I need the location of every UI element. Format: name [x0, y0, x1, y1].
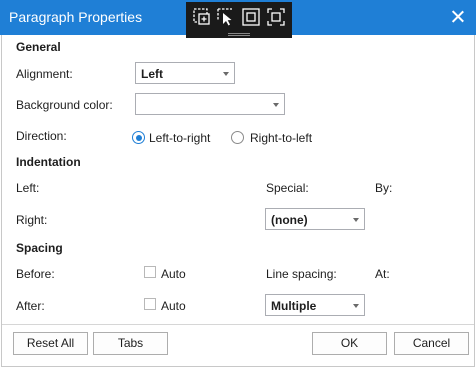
by-label: By:: [375, 181, 393, 195]
before-auto-checkbox[interactable]: [144, 266, 156, 278]
after-auto-label[interactable]: Auto: [161, 299, 186, 313]
after-auto-checkbox[interactable]: [144, 298, 156, 310]
add-region-icon[interactable]: [192, 7, 212, 27]
ok-button[interactable]: OK: [312, 332, 387, 355]
alignment-label: Alignment:: [16, 67, 73, 81]
spacing-heading: Spacing: [16, 241, 63, 255]
footer-divider: [2, 324, 474, 325]
reset-all-button[interactable]: Reset All: [13, 332, 88, 355]
indent-right-label: Right:: [16, 213, 48, 227]
special-label: Special:: [266, 181, 309, 195]
radio-left-to-right[interactable]: [132, 131, 145, 144]
dialog-body: [1, 35, 475, 367]
special-value: (none): [271, 213, 308, 227]
window-title: Paragraph Properties: [9, 9, 143, 25]
left-to-right-label[interactable]: Left-to-right: [149, 131, 210, 145]
cursor-select-icon[interactable]: [216, 7, 236, 27]
radio-right-to-left[interactable]: [231, 131, 244, 144]
background-color-label: Background color:: [16, 98, 113, 112]
line-spacing-label: Line spacing:: [266, 267, 337, 281]
close-icon[interactable]: [447, 6, 469, 28]
special-select[interactable]: (none): [265, 208, 365, 230]
line-spacing-value: Multiple: [271, 299, 317, 313]
fullscreen-capture-icon[interactable]: [266, 7, 286, 27]
indentation-heading: Indentation: [16, 155, 81, 169]
line-spacing-select[interactable]: Multiple: [265, 294, 365, 316]
chevron-down-icon: [273, 103, 279, 107]
before-auto-label[interactable]: Auto: [161, 267, 186, 281]
general-heading: General: [16, 40, 61, 54]
at-label: At:: [375, 267, 390, 281]
indent-left-label: Left:: [16, 181, 40, 195]
direction-label: Direction:: [16, 129, 67, 143]
chevron-down-icon: [353, 218, 359, 222]
alignment-value: Left: [141, 67, 163, 81]
chevron-down-icon: [353, 304, 359, 308]
tabs-button[interactable]: Tabs: [93, 332, 168, 355]
chevron-down-icon: [223, 72, 229, 76]
background-color-select[interactable]: [135, 93, 285, 115]
alignment-select[interactable]: Left: [135, 62, 235, 84]
capture-toolbar[interactable]: [186, 2, 292, 38]
window-capture-icon[interactable]: [241, 7, 261, 27]
right-to-left-label[interactable]: Right-to-left: [250, 131, 312, 145]
before-label: Before:: [16, 267, 55, 281]
after-label: After:: [16, 299, 45, 313]
cancel-button[interactable]: Cancel: [394, 332, 469, 355]
